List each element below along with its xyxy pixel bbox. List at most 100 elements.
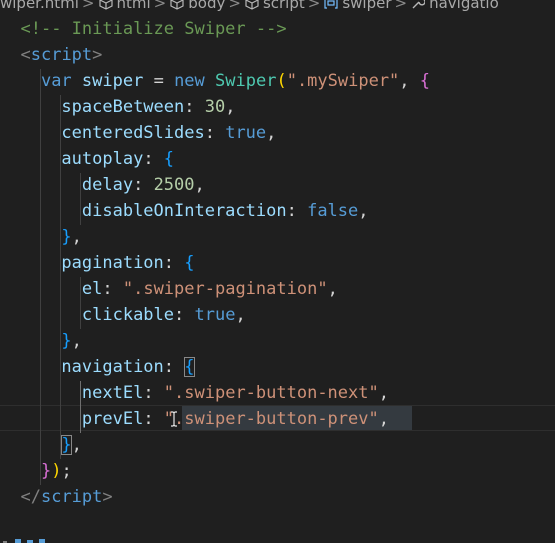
string: ".swiper-pagination" (122, 279, 328, 299)
breadcrumb-label: script (262, 0, 305, 12)
keyword: new (174, 71, 205, 91)
punctuation: : (143, 383, 164, 403)
code-line-10[interactable]: pagination: { (0, 250, 195, 276)
code-line-9[interactable]: }, (0, 224, 82, 250)
variable-name: swiper (81, 71, 144, 91)
punctuation: : (102, 279, 123, 299)
punctuation: , (327, 279, 338, 299)
punctuation: , (71, 331, 82, 351)
matched-bracket: { (184, 357, 195, 377)
code-line-17[interactable]: }, (0, 432, 82, 458)
bracket: } (61, 331, 72, 351)
punctuation: ; (61, 461, 72, 481)
breadcrumb-item-script[interactable]: script (245, 0, 305, 12)
property-key: pagination (61, 253, 164, 273)
html-comment: <!-- Initialize Swiper --> (20, 19, 287, 39)
code-line-19[interactable]: </script> (0, 484, 112, 510)
string: ".swiper-button-prev" (163, 409, 379, 429)
code-line-8[interactable]: disableOnInteraction: false, (0, 198, 369, 224)
code-line-16[interactable]: prevEl: ".swiper-button-prev", (0, 406, 389, 432)
chevron-right-icon: > (307, 0, 321, 12)
punctuation: : (143, 149, 164, 169)
breadcrumb-item-navigation[interactable]: navigatio (411, 0, 499, 12)
punctuation: : (204, 123, 226, 143)
boolean: true (225, 123, 267, 143)
property-key: centeredSlides (61, 123, 205, 143)
code-line-11[interactable]: el: ".swiper-pagination", (0, 276, 338, 302)
property-key: delay (81, 175, 134, 195)
code-line-15[interactable]: nextEl: ".swiper-button-next", (0, 380, 389, 406)
breadcrumb-item-swiper[interactable]: swiper (324, 0, 392, 12)
breadcrumb-label: body (188, 0, 226, 12)
code-line-7[interactable]: delay: 2500, (0, 172, 205, 198)
bracket: } (40, 461, 52, 481)
breadcrumb-item-file[interactable]: wiper.html (0, 0, 79, 12)
code-line-13[interactable]: }, (0, 328, 82, 354)
breadcrumb-item-body[interactable]: body (170, 0, 226, 12)
code-line-1[interactable]: <!-- Initialize Swiper --> (0, 16, 287, 42)
punctuation: , (225, 97, 236, 117)
breadcrumb-label: swiper (342, 0, 392, 12)
bracket: { (419, 71, 431, 91)
tag-name: script (30, 45, 93, 65)
breadcrumb-item-html[interactable]: html (98, 0, 151, 11)
punctuation: : (163, 357, 185, 377)
chevron-right-icon: > (81, 0, 95, 12)
punctuation: , (71, 227, 82, 247)
code-line-4[interactable]: spaceBetween: 30, (0, 94, 235, 120)
text-cursor-icon (171, 411, 177, 427)
punctuation: , (399, 71, 420, 91)
punctuation: : (143, 409, 164, 429)
boolean: true (194, 305, 236, 325)
code-line-3[interactable]: var swiper = new Swiper(".mySwiper", { (0, 68, 430, 94)
punctuation: , (358, 201, 369, 221)
punctuation: , (194, 175, 205, 195)
property-key: navigation (61, 357, 164, 377)
breadcrumb: wiper.html > html > body > script > swiper > navig… (0, 0, 555, 12)
punctuation: , (378, 409, 389, 429)
matched-bracket: } (61, 435, 72, 455)
cube-icon (170, 0, 184, 10)
cube-icon (98, 0, 113, 10)
string: ".swiper-button-next" (163, 383, 379, 403)
code-line-12[interactable]: clickable: true, (0, 302, 246, 328)
string: ".mySwiper" (286, 71, 400, 91)
code-line-14[interactable]: navigation: { (0, 354, 195, 380)
code-line-2[interactable]: <script> (0, 42, 102, 68)
code-line-6[interactable]: autoplay: { (0, 146, 174, 172)
chevron-right-icon: > (228, 0, 241, 12)
breadcrumb-label: wiper.html (0, 0, 79, 12)
boolean: false (307, 201, 359, 221)
punctuation: , (235, 305, 246, 325)
code-editor[interactable]: wiper.html > html > body > script > swiper > navig… (0, 0, 555, 543)
property-key: disableOnInteraction (81, 201, 287, 221)
cube-icon (245, 0, 259, 10)
clipped-line-fragment (3, 539, 45, 543)
property-key: autoplay (61, 149, 144, 169)
wrench-icon (412, 0, 426, 9)
bracket: ( (276, 71, 287, 91)
property-key: el (81, 279, 103, 299)
punctuation: : (174, 305, 195, 325)
property-key: clickable (81, 305, 175, 325)
breadcrumb-label: navigatio (429, 0, 499, 12)
bracket: { (184, 253, 195, 273)
chevron-right-icon: > (394, 0, 408, 12)
tag-name: script (40, 487, 103, 507)
code-line-18[interactable]: }); (0, 458, 72, 484)
punctuation: : (163, 253, 185, 273)
tag-close-bracket: > (92, 45, 103, 65)
code-line-5[interactable]: centeredSlides: true, (0, 120, 276, 146)
punctuation: , (71, 435, 82, 455)
